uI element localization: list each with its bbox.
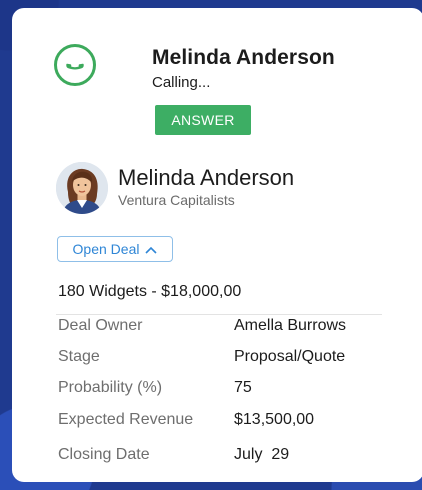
- contact-company: Ventura Capitalists: [118, 192, 235, 208]
- field-value: Proposal/Quote: [234, 348, 346, 365]
- phone-icon: [54, 44, 96, 86]
- caller-name: Melinda Anderson: [152, 46, 335, 69]
- field-label: Closing Date: [58, 446, 150, 463]
- answer-button[interactable]: ANSWER: [155, 105, 251, 135]
- chevron-up-icon: [145, 241, 158, 257]
- field-value: $13,500,00: [234, 411, 315, 428]
- divider: [56, 314, 382, 315]
- open-deal-label: Open Deal: [72, 241, 140, 257]
- incoming-call-card: Melinda Anderson Calling... ANSWER Melin…: [12, 8, 422, 482]
- contact-name: Melinda Anderson: [118, 165, 295, 190]
- field-label: Expected Revenue: [58, 411, 194, 428]
- open-deal-toggle[interactable]: Open Deal: [57, 236, 173, 262]
- call-status: Calling...: [152, 74, 211, 91]
- field-label: Probability (%): [58, 379, 163, 396]
- field-value: July 29: [234, 446, 290, 463]
- field-value: 75: [234, 379, 252, 396]
- field-value: Amella Burrows: [234, 317, 347, 334]
- avatar: [56, 162, 108, 214]
- field-label: Deal Owner: [58, 317, 143, 334]
- field-label: Stage: [58, 348, 100, 365]
- deal-title: 180 Widgets - $18,000,00: [58, 283, 242, 300]
